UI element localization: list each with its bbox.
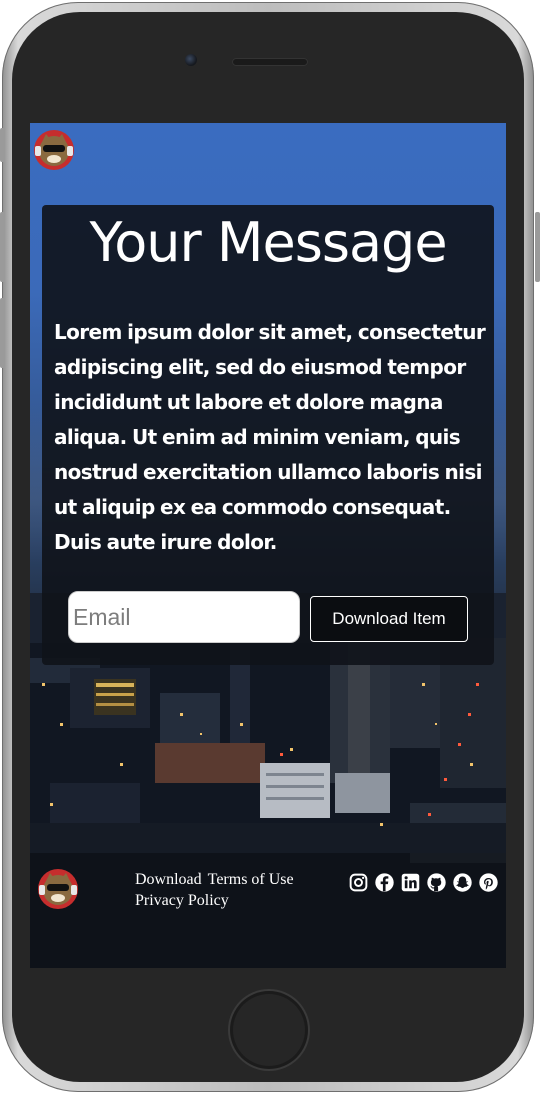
pinterest-icon[interactable] — [478, 872, 499, 893]
linkedin-icon[interactable] — [400, 872, 421, 893]
footer-links: Download Terms of Use Privacy Policy — [135, 869, 325, 911]
page-title: Your Message — [89, 211, 447, 274]
footer-link-privacy[interactable]: Privacy Policy — [135, 892, 229, 909]
social-links — [348, 872, 499, 893]
facebook-icon[interactable] — [374, 872, 395, 893]
home-button[interactable] — [233, 994, 305, 1066]
footer: Download Terms of Use Privacy Policy — [30, 853, 506, 968]
volume-up-button — [0, 212, 5, 282]
footer-link-download[interactable]: Download — [135, 871, 202, 888]
power-button — [535, 212, 540, 282]
snapchat-icon[interactable] — [452, 872, 473, 893]
download-item-button[interactable]: Download Item — [310, 596, 468, 642]
brand-logo-icon[interactable] — [36, 865, 80, 913]
app-screen: Your Message Lorem ipsum dolor sit amet,… — [30, 123, 506, 968]
email-field[interactable] — [68, 591, 300, 643]
instagram-icon[interactable] — [348, 872, 369, 893]
brand-logo-icon[interactable] — [32, 128, 76, 172]
mute-switch — [0, 128, 5, 162]
front-camera — [185, 54, 197, 66]
earpiece-speaker — [232, 58, 308, 66]
message-panel: Your Message Lorem ipsum dolor sit amet,… — [42, 205, 494, 665]
message-body: Lorem ipsum dolor sit amet, consectetur … — [54, 320, 486, 554]
footer-link-terms[interactable]: Terms of Use — [208, 871, 294, 888]
github-icon[interactable] — [426, 872, 447, 893]
volume-down-button — [0, 298, 5, 368]
